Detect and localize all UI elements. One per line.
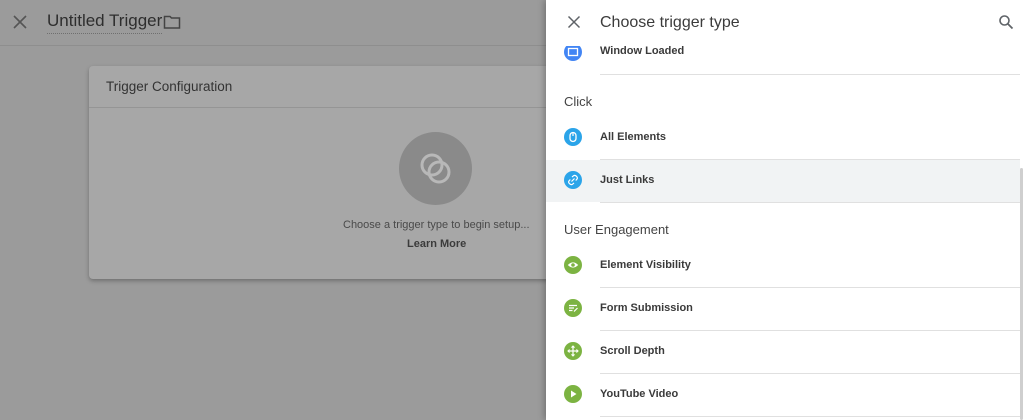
setup-prompt: Choose a trigger type to begin setup... (343, 219, 530, 231)
close-icon[interactable] (566, 14, 582, 30)
close-icon[interactable] (10, 12, 30, 32)
scroll-move-icon (564, 342, 582, 360)
trigger-item-label: Element Visibility (600, 259, 691, 271)
trigger-item-scroll-depth[interactable]: Scroll Depth (546, 331, 1020, 373)
trigger-item-label: Window Loaded (600, 45, 685, 57)
trigger-item-label: Scroll Depth (600, 345, 665, 357)
separator (600, 74, 1020, 75)
trigger-item-label: All Elements (600, 131, 667, 143)
folder-icon[interactable] (163, 13, 181, 31)
form-icon (564, 299, 582, 317)
trigger-item-label: Just Links (600, 174, 655, 186)
trigger-name-input[interactable]: Untitled Trigger (47, 11, 163, 34)
card-title: Trigger Configuration (106, 79, 233, 94)
mouse-icon (564, 128, 582, 146)
trigger-placeholder-icon[interactable] (399, 132, 472, 205)
trigger-item-label: Form Submission (600, 302, 693, 314)
trigger-type-drawer: Window Loaded Click All Elements Just Li… (546, 0, 1024, 420)
section-label-user-engagement: User Engagement (564, 222, 669, 237)
trigger-item-youtube-video[interactable]: YouTube Video (546, 374, 1020, 416)
drawer-scrollbar[interactable] (1020, 168, 1023, 420)
eye-icon (564, 256, 582, 274)
trigger-item-element-visibility[interactable]: Element Visibility (546, 245, 1020, 287)
card-divider (89, 107, 569, 108)
separator (600, 416, 1020, 417)
separator (600, 202, 1020, 203)
trigger-item-just-links[interactable]: Just Links (546, 160, 1020, 202)
trigger-configuration-card[interactable]: Trigger Configuration Choose a trigger t… (89, 66, 569, 279)
section-label-click: Click (564, 94, 593, 109)
drawer-title: Choose trigger type (600, 14, 740, 31)
search-icon[interactable] (998, 14, 1014, 30)
trigger-item-all-elements[interactable]: All Elements (546, 116, 1020, 158)
trigger-item-form-submission[interactable]: Form Submission (546, 288, 1020, 330)
trigger-item-label: YouTube Video (600, 388, 679, 400)
play-icon (564, 385, 582, 403)
learn-more-link[interactable]: Learn More (407, 238, 466, 250)
drawer-header: Choose trigger type (546, 0, 1024, 46)
link-icon (564, 171, 582, 189)
